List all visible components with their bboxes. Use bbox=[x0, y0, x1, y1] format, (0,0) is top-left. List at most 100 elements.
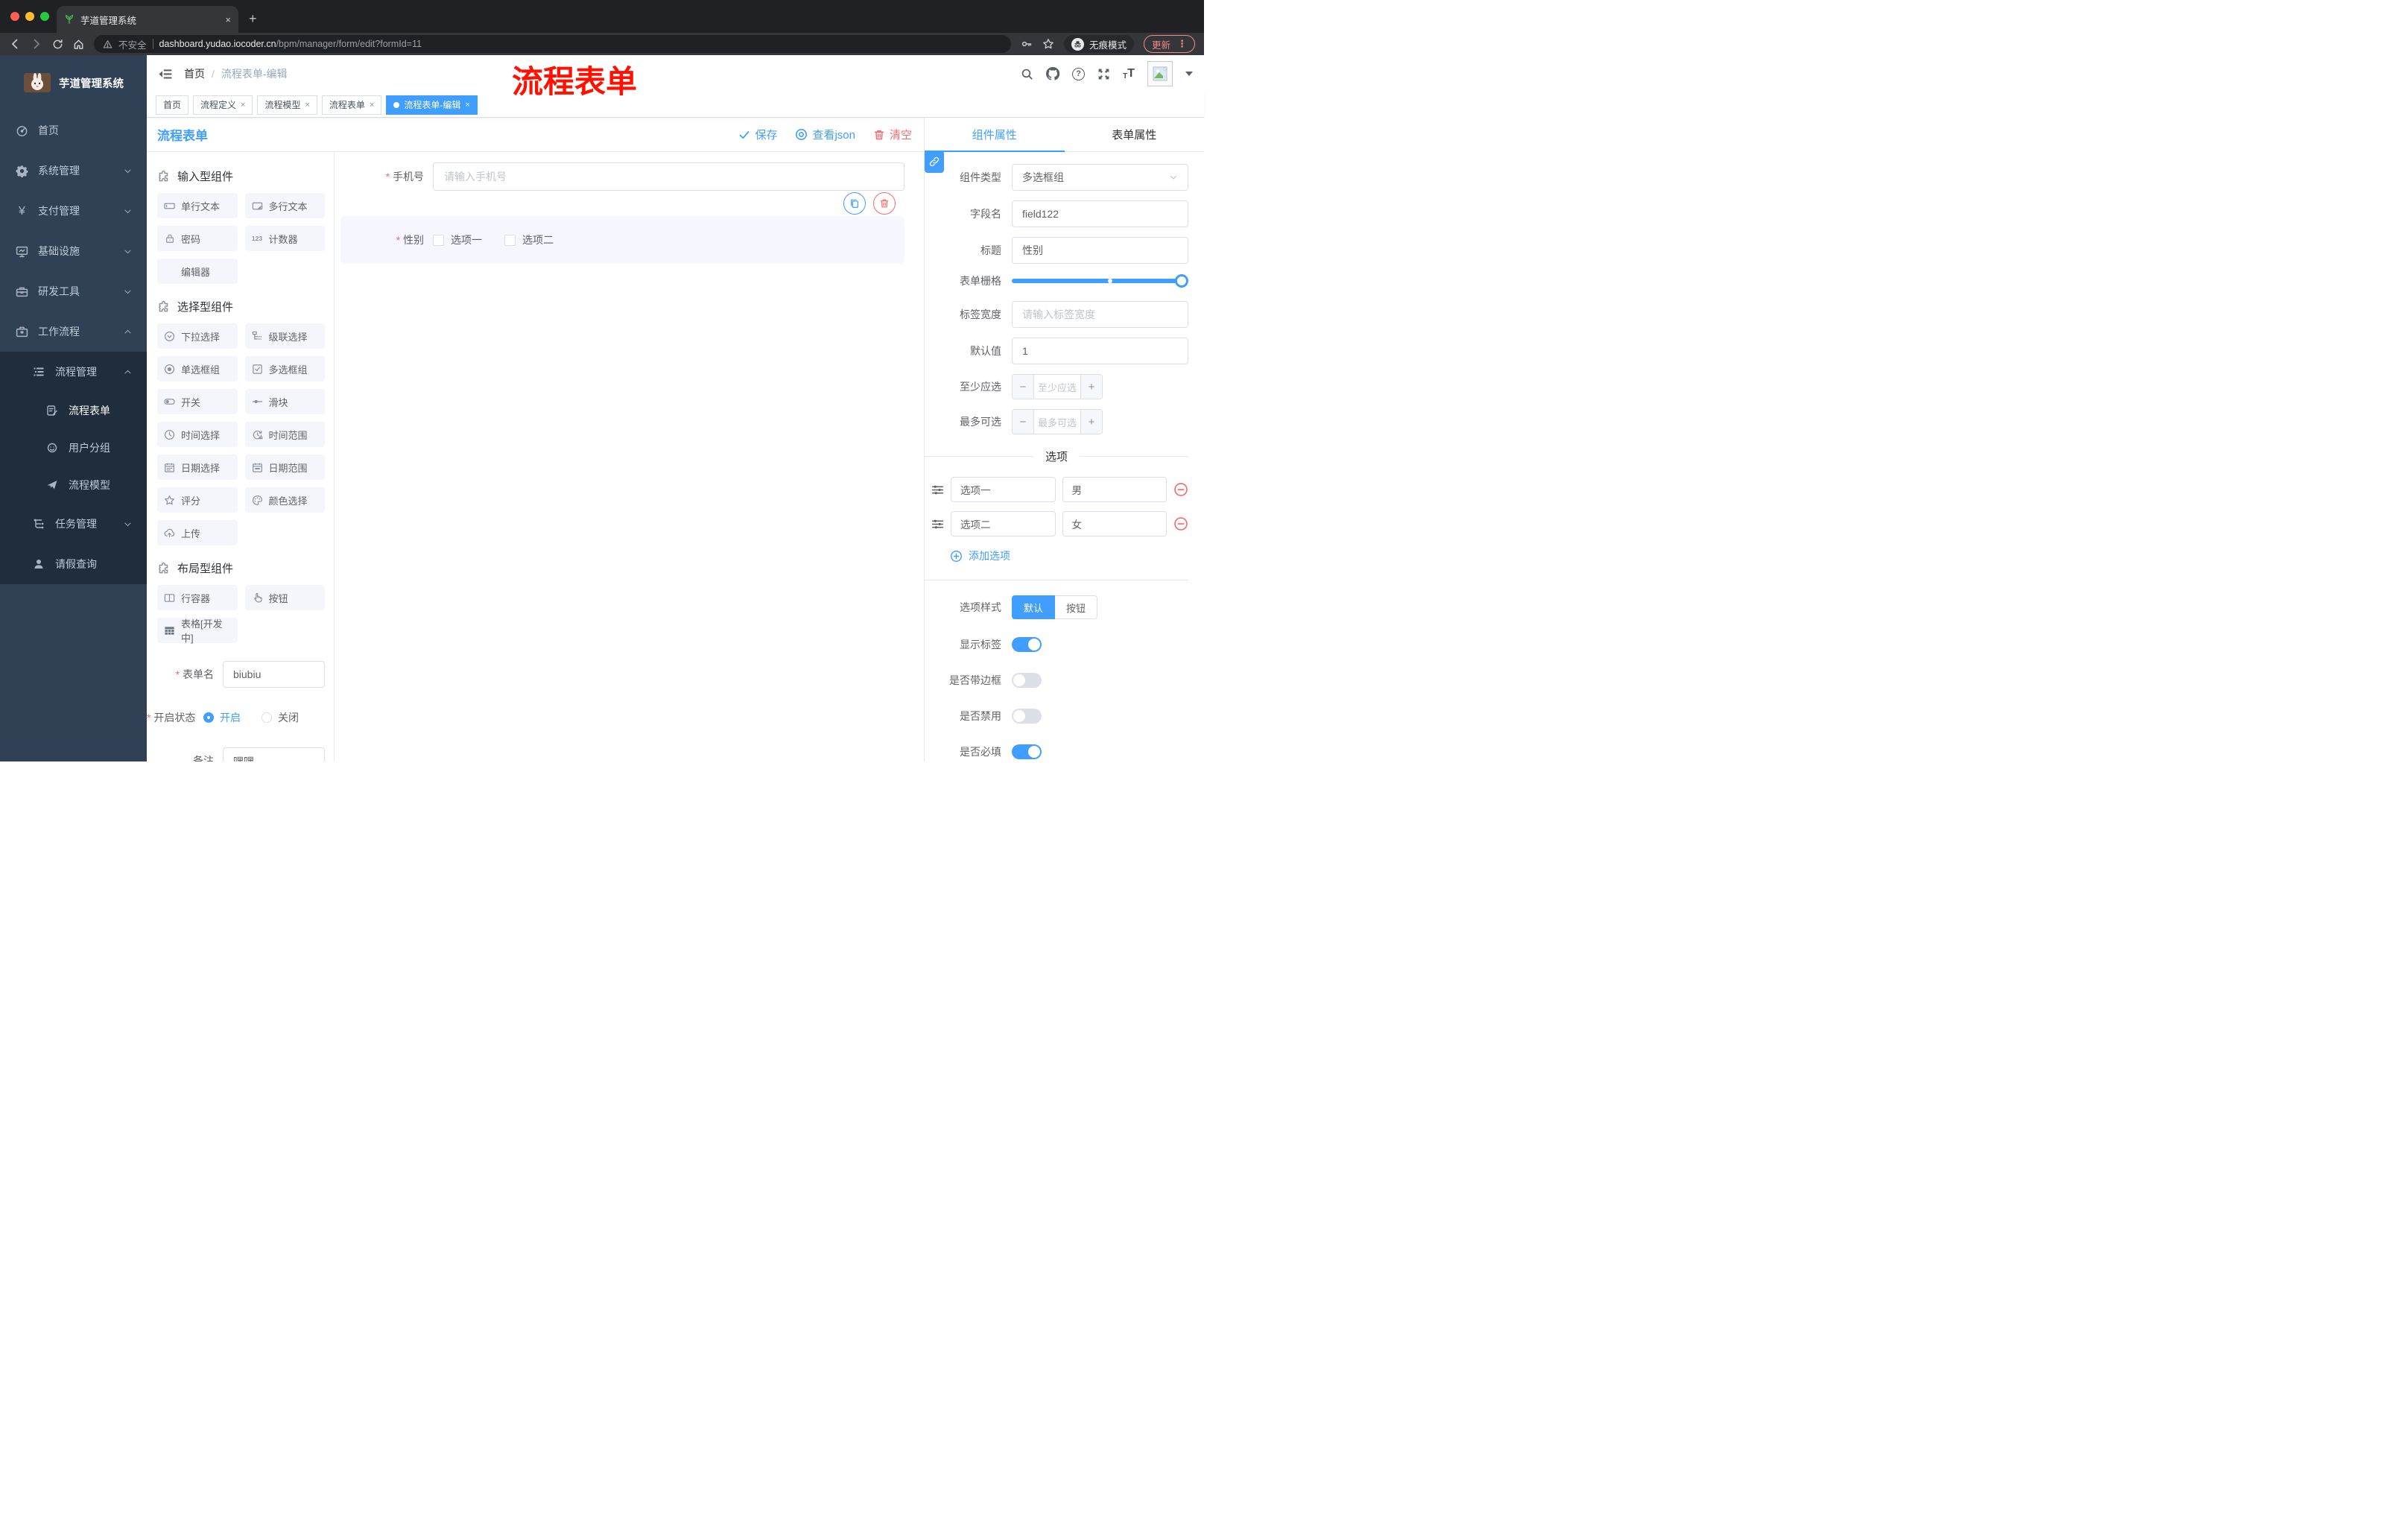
title-input[interactable] bbox=[1012, 237, 1188, 264]
palette-item-row-container[interactable]: 行容器 bbox=[157, 585, 238, 610]
font-size-icon[interactable]: TT bbox=[1123, 67, 1135, 80]
palette-item-switch[interactable]: 开关 bbox=[157, 389, 238, 414]
reload-icon[interactable] bbox=[52, 39, 63, 50]
sidebar-item-process-mgmt[interactable]: 流程管理 bbox=[0, 352, 147, 392]
minimize-window-button[interactable] bbox=[25, 12, 34, 21]
status-on-radio[interactable]: 开启 bbox=[203, 710, 241, 725]
clear-button[interactable]: 清空 bbox=[873, 127, 912, 142]
palette-item-color-picker[interactable]: 颜色选择 bbox=[244, 487, 325, 513]
password-key-icon[interactable] bbox=[1021, 38, 1033, 50]
phone-field-input[interactable]: 请输入手机号 bbox=[433, 162, 904, 191]
palette-item-counter[interactable]: 123 计数器 bbox=[244, 226, 325, 251]
palette-item-select[interactable]: 下拉选择 bbox=[157, 323, 238, 349]
status-off-radio[interactable]: 关闭 bbox=[262, 710, 299, 725]
remove-option-button[interactable] bbox=[1173, 516, 1188, 531]
stepper-plus-button[interactable]: + bbox=[1080, 375, 1102, 399]
tab-component-props[interactable]: 组件属性 bbox=[925, 118, 1065, 152]
canvas-field-phone[interactable]: 手机号 请输入手机号 bbox=[340, 162, 904, 191]
stepper-minus-button[interactable]: − bbox=[1013, 375, 1034, 399]
help-icon[interactable]: ? bbox=[1072, 67, 1086, 80]
gender-option-1[interactable]: 选项一 bbox=[433, 232, 482, 247]
tab-form-props[interactable]: 表单属性 bbox=[1065, 118, 1205, 151]
fullscreen-icon[interactable] bbox=[1097, 68, 1110, 80]
component-type-select[interactable]: 多选框组 bbox=[1012, 164, 1188, 191]
save-button[interactable]: 保存 bbox=[738, 127, 777, 142]
sidebar-fold-icon[interactable] bbox=[158, 67, 172, 81]
update-button[interactable]: 更新 ⋮ bbox=[1143, 35, 1195, 53]
sidebar-item-devtools[interactable]: 研发工具 bbox=[0, 271, 147, 311]
field-name-input[interactable] bbox=[1012, 200, 1188, 227]
copy-component-button[interactable] bbox=[843, 192, 866, 215]
stepper-minus-button[interactable]: − bbox=[1013, 410, 1034, 434]
zoom-window-button[interactable] bbox=[40, 12, 49, 21]
view-json-button[interactable]: 查看json bbox=[795, 127, 855, 142]
canvas-field-gender-selected[interactable]: 性别 选项一 选项二 bbox=[340, 192, 904, 264]
form-canvas[interactable]: 手机号 请输入手机号 bbox=[335, 152, 924, 762]
slider-handle[interactable] bbox=[1175, 274, 1188, 288]
url-text[interactable]: dashboard.yudao.iocoder.cn/bpm/manager/f… bbox=[159, 39, 422, 49]
tag-process-definition[interactable]: 流程定义 × bbox=[193, 95, 253, 115]
drag-handle-icon[interactable] bbox=[931, 484, 944, 496]
style-default-button[interactable]: 默认 bbox=[1012, 595, 1056, 619]
border-toggle[interactable] bbox=[1012, 673, 1042, 688]
new-tab-button[interactable]: + bbox=[249, 11, 257, 33]
disabled-toggle[interactable] bbox=[1012, 709, 1042, 723]
close-tag-icon[interactable]: × bbox=[465, 101, 469, 110]
palette-item-button[interactable]: 按钮 bbox=[244, 585, 325, 610]
sidebar-item-home[interactable]: 首页 bbox=[0, 110, 147, 151]
form-remark-textarea[interactable]: 嘿嘿 bbox=[223, 747, 325, 762]
palette-item-time-picker[interactable]: 时间选择 bbox=[157, 422, 238, 447]
not-secure-label[interactable]: 不安全 bbox=[118, 37, 147, 51]
close-tag-icon[interactable]: × bbox=[241, 101, 245, 110]
forward-icon[interactable] bbox=[31, 38, 42, 50]
close-tag-icon[interactable]: × bbox=[305, 101, 309, 110]
link-affix-button[interactable] bbox=[925, 151, 944, 173]
tag-process-form-edit[interactable]: 流程表单-编辑 × bbox=[386, 95, 478, 115]
stepper-plus-button[interactable]: + bbox=[1080, 410, 1102, 434]
form-grid-slider[interactable] bbox=[1012, 274, 1188, 288]
default-value-input[interactable] bbox=[1012, 338, 1188, 364]
style-button-button[interactable]: 按钮 bbox=[1055, 595, 1098, 619]
palette-item-cascader[interactable]: 级联选择 bbox=[244, 323, 325, 349]
palette-item-single-text[interactable]: 单行文本 bbox=[157, 193, 238, 218]
palette-item-table[interactable]: 表格[开发中] bbox=[157, 618, 238, 644]
sidebar-item-payment[interactable]: ¥ 支付管理 bbox=[0, 191, 147, 231]
sidebar-item-system[interactable]: 系统管理 bbox=[0, 151, 147, 191]
browser-tab[interactable]: 芋道管理系统 × bbox=[57, 6, 238, 33]
palette-item-multi-text[interactable]: 多行文本 bbox=[244, 193, 325, 218]
bookmark-star-icon[interactable] bbox=[1042, 38, 1054, 50]
close-tag-icon[interactable]: × bbox=[370, 101, 374, 110]
sidebar-item-task-mgmt[interactable]: 任务管理 bbox=[0, 504, 147, 544]
home-icon[interactable] bbox=[73, 39, 84, 50]
option-value-input[interactable] bbox=[1062, 477, 1167, 502]
sidebar-item-process-model[interactable]: 流程模型 bbox=[0, 466, 147, 504]
avatar[interactable] bbox=[1147, 61, 1173, 86]
min-select-value[interactable]: 至少应选 bbox=[1034, 375, 1080, 399]
delete-component-button[interactable] bbox=[873, 192, 896, 215]
remove-option-button[interactable] bbox=[1173, 482, 1188, 497]
tag-home[interactable]: 首页 bbox=[156, 95, 189, 115]
palette-item-radio-group[interactable]: 单选框组 bbox=[157, 356, 238, 381]
label-width-input[interactable] bbox=[1012, 301, 1188, 328]
palette-item-date-picker[interactable]: 日期选择 bbox=[157, 455, 238, 480]
back-icon[interactable] bbox=[9, 38, 21, 50]
drag-handle-icon[interactable] bbox=[931, 518, 944, 531]
sidebar-item-user-group[interactable]: 用户分组 bbox=[0, 429, 147, 466]
option-value-input[interactable] bbox=[1062, 511, 1167, 536]
browser-menu-icon[interactable]: ⋮ bbox=[1177, 38, 1187, 50]
required-toggle[interactable] bbox=[1012, 744, 1042, 759]
github-icon[interactable] bbox=[1046, 67, 1060, 80]
palette-item-time-range[interactable]: 时间范围 bbox=[244, 422, 325, 447]
tag-process-model[interactable]: 流程模型 × bbox=[257, 95, 317, 115]
window-controls[interactable] bbox=[10, 12, 49, 21]
url-bar[interactable]: 不安全 dashboard.yudao.iocoder.cn/bpm/manag… bbox=[94, 35, 1011, 53]
palette-item-password[interactable]: 密码 bbox=[157, 226, 238, 251]
option-label-input[interactable] bbox=[951, 511, 1056, 536]
gender-option-2[interactable]: 选项二 bbox=[504, 232, 554, 247]
sidebar-item-leave-query[interactable]: 请假查询 bbox=[0, 544, 147, 584]
avatar-caret-icon[interactable] bbox=[1185, 72, 1193, 76]
add-option-button[interactable]: 添加选项 bbox=[950, 548, 1188, 563]
close-window-button[interactable] bbox=[10, 12, 19, 21]
palette-item-slider[interactable]: 滑块 bbox=[244, 389, 325, 414]
sidebar-item-infra[interactable]: 基础设施 bbox=[0, 231, 147, 271]
